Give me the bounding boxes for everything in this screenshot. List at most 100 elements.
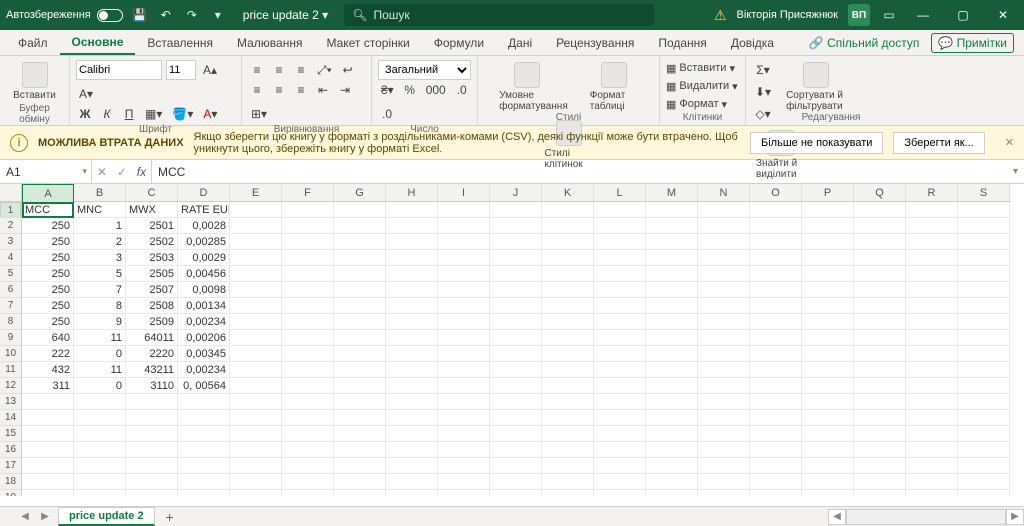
cell[interactable] [802,330,854,346]
cell[interactable]: 5 [74,266,126,282]
cell[interactable] [230,474,282,490]
cell[interactable] [22,426,74,442]
cell[interactable] [958,490,1010,496]
cell[interactable]: 250 [22,218,74,234]
cell[interactable] [854,426,906,442]
cell[interactable] [542,330,594,346]
cell[interactable] [178,442,230,458]
cell[interactable] [386,330,438,346]
cell[interactable] [438,234,490,250]
cell[interactable] [958,426,1010,442]
ribbon-display-icon[interactable]: ▭ [880,6,898,24]
cell[interactable]: 250 [22,250,74,266]
col-head-P[interactable]: P [802,184,854,201]
cell[interactable] [386,298,438,314]
cell[interactable] [438,442,490,458]
comma-icon[interactable]: 000 [423,80,449,100]
cell[interactable] [386,394,438,410]
cell[interactable] [490,298,542,314]
cell[interactable] [490,234,542,250]
cell[interactable]: 250 [22,282,74,298]
cell[interactable] [750,282,802,298]
comments-button[interactable]: 💬 Примітки [931,33,1014,53]
cell[interactable]: 0,00234 [178,362,230,378]
cell[interactable] [906,298,958,314]
font-size-select[interactable] [166,60,196,80]
wrap-text-icon[interactable]: ↩ [339,60,357,80]
cell[interactable] [282,218,334,234]
autosum-icon[interactable]: Σ▾ [752,60,774,80]
cell[interactable]: 2501 [126,218,178,234]
cell[interactable] [490,490,542,496]
cell[interactable] [750,394,802,410]
cell[interactable] [854,394,906,410]
cell[interactable] [646,426,698,442]
cell[interactable] [334,442,386,458]
cell[interactable] [750,314,802,330]
cell[interactable] [542,234,594,250]
cell[interactable] [854,218,906,234]
cell[interactable] [438,362,490,378]
cell[interactable]: 9 [74,314,126,330]
cell[interactable] [958,218,1010,234]
cell[interactable]: MWX [126,202,178,218]
cell[interactable] [282,282,334,298]
cell[interactable] [438,378,490,394]
sheet-nav-next-icon[interactable]: ▶ [38,511,52,522]
cell[interactable] [698,442,750,458]
col-head-S[interactable]: S [958,184,1010,201]
cell[interactable] [490,266,542,282]
cell[interactable]: 2507 [126,282,178,298]
italic-button[interactable]: К [98,104,116,124]
col-head-D[interactable]: D [178,184,230,201]
cell[interactable] [230,458,282,474]
font-color-button[interactable]: A▾ [200,104,220,124]
dont-show-button[interactable]: Більше не показувати [750,132,883,154]
row-head-5[interactable]: 5 [0,266,21,282]
cell[interactable] [802,490,854,496]
cell[interactable] [906,410,958,426]
cell[interactable] [282,458,334,474]
cell[interactable] [282,314,334,330]
cell[interactable] [958,362,1010,378]
cell[interactable] [646,474,698,490]
cell[interactable] [74,458,126,474]
cell[interactable] [386,234,438,250]
increase-font-icon[interactable]: A▴ [200,60,220,80]
cell[interactable] [906,314,958,330]
cell[interactable] [906,426,958,442]
cell[interactable] [282,202,334,218]
cell[interactable] [958,298,1010,314]
cell[interactable] [698,458,750,474]
cell[interactable] [594,234,646,250]
currency-icon[interactable]: ₴▾ [378,80,397,100]
cell[interactable] [282,442,334,458]
cell[interactable] [126,394,178,410]
cell[interactable] [646,314,698,330]
border-button[interactable]: ▦▾ [142,104,165,124]
cell[interactable] [74,490,126,496]
decrease-font-icon[interactable]: A▾ [76,84,96,104]
cancel-formula-icon[interactable]: ✕ [97,165,107,179]
col-head-J[interactable]: J [490,184,542,201]
cell[interactable] [282,490,334,496]
decrease-decimal-icon[interactable]: .0 [378,104,396,124]
cell[interactable] [906,218,958,234]
col-head-F[interactable]: F [282,184,334,201]
cell[interactable] [542,442,594,458]
cell[interactable] [178,426,230,442]
cell[interactable] [698,362,750,378]
cell[interactable] [594,298,646,314]
cell[interactable] [282,266,334,282]
cell[interactable] [594,378,646,394]
cell[interactable] [230,442,282,458]
cell[interactable] [958,266,1010,282]
cell[interactable] [490,250,542,266]
row-head-3[interactable]: 3 [0,234,21,250]
cell[interactable] [906,234,958,250]
cell[interactable] [334,282,386,298]
cell[interactable] [958,202,1010,218]
cell[interactable] [802,218,854,234]
align-center-icon[interactable]: ≡ [270,80,288,100]
cell[interactable] [386,410,438,426]
